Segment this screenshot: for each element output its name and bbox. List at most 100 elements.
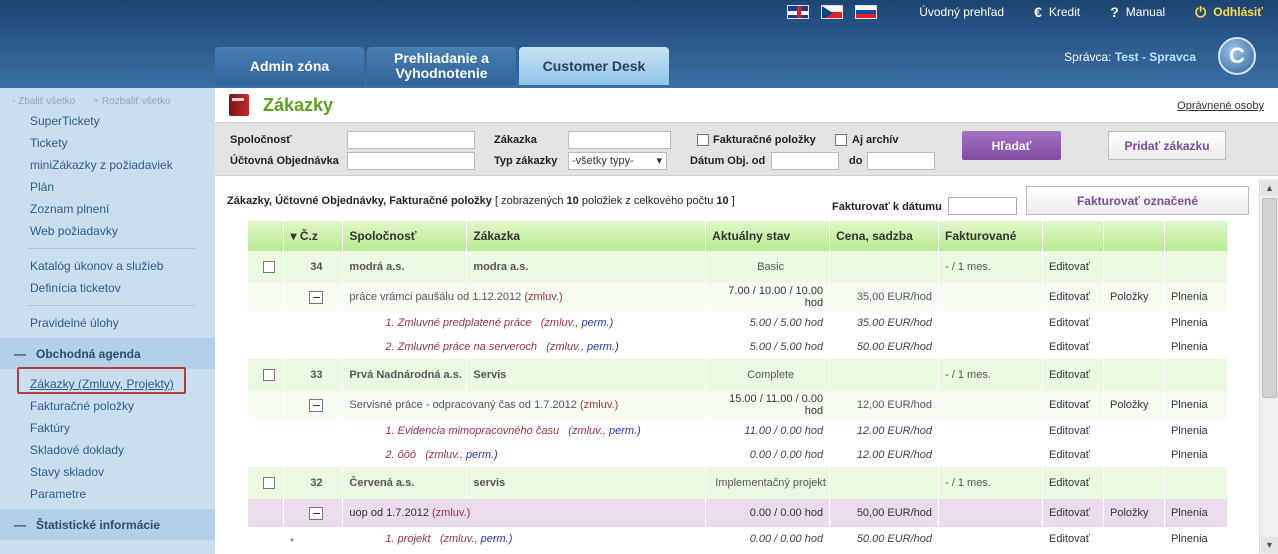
fulfil-link[interactable]: Plnenia [1164,391,1229,419]
english-flag-icon[interactable] [787,5,810,19]
item-name[interactable]: 1. projekt [385,533,430,545]
sidebar-item-billing-items[interactable]: Fakturačné položky [0,395,215,417]
admin-user-name[interactable]: Test - Spravca [1115,50,1196,64]
col-price[interactable]: Cena, sadzba [829,221,940,251]
scroll-down-icon[interactable]: ▼ [1261,537,1278,553]
item-name[interactable]: 1. Zmluvné predplatené práce [385,317,531,329]
main-content: Zákazky Oprávnené osoby Spoločnosť Zákaz… [215,88,1278,554]
col-billed[interactable]: Fakturované [938,221,1043,251]
col-action-fulfil [1164,221,1229,251]
sidebar-item-stock-documents[interactable]: Skladové doklady [0,439,215,461]
order-billed: - / 1 mes. [938,467,1043,499]
order-input[interactable] [568,131,671,149]
table-row: 1. Zmluvné predplatené práce (zmluv., pe… [248,311,1229,335]
edit-link[interactable]: Editovať [1042,443,1104,467]
edit-link[interactable]: Editovať [1042,419,1104,443]
sidebar-item-catalog[interactable]: Katalóg úkonov a služieb [0,255,215,277]
sidebar-item-regular-tasks[interactable]: Pravidelné úlohy [0,312,215,334]
date-from-label: Dátum Obj. od [690,155,766,167]
edit-link[interactable]: Editovať [1042,251,1104,283]
edit-link[interactable]: Editovať [1042,391,1104,419]
fulfil-link[interactable]: Plnenia [1164,311,1229,335]
items-link[interactable]: Položky [1103,391,1165,419]
item-name[interactable]: 1. Evidencia mimopracovného času [385,425,559,437]
bill-selected-button[interactable]: Fakturovať označené [1026,186,1249,215]
filter-panel: Spoločnosť Zákazka Fakturačné položky Aj… [215,122,1278,176]
company-input[interactable] [347,131,475,149]
tab-customer-desk[interactable]: Customer Desk [519,47,669,85]
sidebar-item-ticket-definition[interactable]: Definícia ticketov [0,277,215,299]
billing-items-checkbox[interactable] [697,134,709,146]
item-price: 12.00 EUR/hod [829,443,940,467]
edit-link[interactable]: Editovať [1042,311,1104,335]
account-order-input[interactable] [347,152,475,170]
order-list-area: Zákazky, Účtovné Objednávky, Fakturačné … [215,179,1259,554]
collapse-all-link[interactable]: - Zbaliť všetko [12,96,75,107]
fulfil-link[interactable]: Plnenia [1164,499,1229,527]
sidebar-item-plan[interactable]: Plán [0,176,215,198]
scroll-up-icon[interactable]: ▲ [1261,180,1278,196]
archive-checkbox[interactable] [835,134,847,146]
fulfil-link[interactable]: Plnenia [1164,443,1229,467]
row-checkbox[interactable] [262,261,275,274]
fulfil-link[interactable]: Plnenia [1164,527,1229,551]
collapse-minus-icon[interactable] [309,506,324,520]
bill-date-input[interactable] [948,197,1017,215]
tab-browse-evaluate[interactable]: Prehliadanie a Vyhodnotenie [367,47,516,85]
edit-link[interactable]: Editovať [1042,359,1104,391]
app-logo-icon[interactable]: C [1218,37,1256,75]
edit-link[interactable]: Editovať [1042,467,1104,499]
logout-link[interactable]: ⏻ Odhlásiť [1195,4,1263,21]
edit-link[interactable]: Editovať [1042,335,1104,359]
expand-all-link[interactable]: + Rozbaliť všetko [93,96,170,107]
sidebar-item-fulfilment-list[interactable]: Zoznam plnení [0,198,215,220]
col-company[interactable]: Spoločnosť [342,221,468,251]
edit-link[interactable]: Editovať [1042,527,1104,551]
order-status: Basic [705,251,831,283]
col-status[interactable]: Aktuálny stav [705,221,831,251]
sidebar-item-minizakazky[interactable]: miniZákazky z požiadaviek [0,154,215,176]
fulfil-link[interactable]: Plnenia [1164,335,1229,359]
collapse-minus-icon[interactable] [309,398,324,412]
add-order-button[interactable]: Pridať zákazku [1108,131,1226,160]
sidebar-item-tickets[interactable]: Tickety [0,132,215,154]
slovak-flag-icon[interactable] [855,5,878,19]
scroll-thumb[interactable] [1262,198,1277,398]
date-to-label: do [849,155,863,167]
sidebar-section-statistics[interactable]: — Štatistické informácie [0,509,215,540]
vertical-scrollbar[interactable]: ▲ ▼ [1259,179,1278,554]
search-button[interactable]: Hľadať [962,131,1061,160]
edit-link[interactable]: Editovať [1042,499,1104,527]
sidebar-item-invoices[interactable]: Faktúry [0,417,215,439]
authorized-persons-link[interactable]: Oprávnené osoby [1177,100,1264,112]
fulfil-link[interactable]: Plnenia [1164,419,1229,443]
items-link[interactable]: Položky [1103,499,1165,527]
col-order[interactable]: Zákazka [466,221,707,251]
col-number[interactable]: ▾ Č.z [283,221,344,251]
edit-link[interactable]: Editovať [1042,283,1104,311]
manual-link[interactable]: ? Manual [1110,4,1165,20]
col-select [248,221,285,251]
row-checkbox[interactable] [262,369,275,382]
sidebar-section-business[interactable]: — Obchodná agenda [0,338,215,369]
date-to-input[interactable] [867,152,935,170]
sidebar-item-supertickets[interactable]: SuperTickety [0,110,215,132]
collapse-minus-icon[interactable] [309,290,324,304]
czech-flag-icon[interactable] [821,5,844,19]
tab-admin-zone[interactable]: Admin zóna [215,47,364,85]
items-link[interactable]: Položky [1103,283,1165,311]
sidebar-item-parameters[interactable]: Parametre [0,483,215,505]
row-checkbox[interactable] [262,477,275,490]
order-label: Zákazka [494,134,537,146]
sidebar-item-stock-status[interactable]: Stavy skladov [0,461,215,483]
contract-status: 7.00 / 10.00 / 10.00 hod [705,283,831,311]
credit-link[interactable]: € Kredit [1034,4,1080,20]
sidebar-divider [28,248,195,249]
date-from-input[interactable] [771,152,839,170]
item-name[interactable]: 2. Zmluvné práce na serveroch [385,341,537,353]
item-name[interactable]: 2. ôôô [385,449,416,461]
fulfil-link[interactable]: Plnenia [1164,283,1229,311]
order-type-select[interactable]: -všetky typy- [568,152,667,170]
home-overview-link[interactable]: Úvodný prehľad [919,5,1004,19]
sidebar-item-web-requests[interactable]: Web požiadavky [0,220,215,242]
